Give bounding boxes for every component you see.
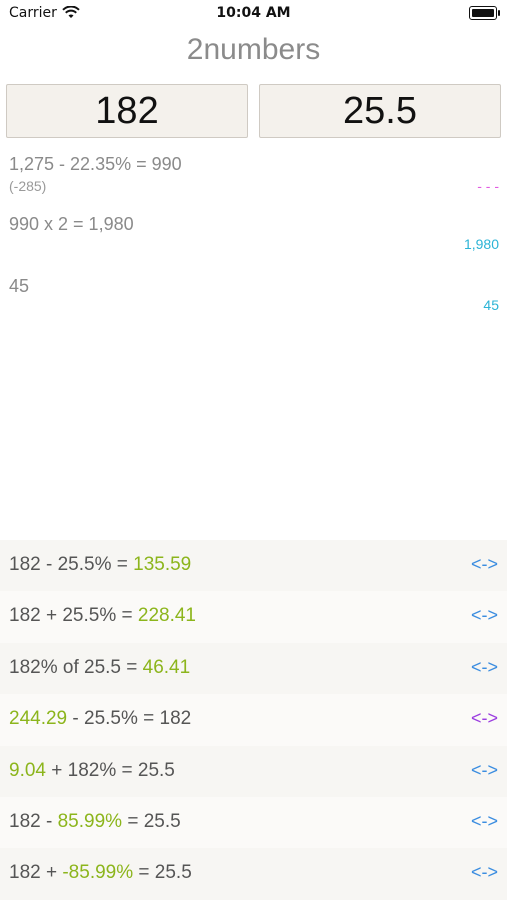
result-value: 228.41 [137,605,197,627]
result-row[interactable]: 182 - 85.99% = 25.5 <-> [0,796,507,849]
expression-text: = 25.5 [133,862,192,884]
result-row[interactable]: 244.29 - 25.5% = 182 <-> [0,694,507,746]
result-expression: 182 - 25.5% = 135.59 [9,554,191,576]
app-title: 2numbers [186,33,321,66]
result-value: 9.04 [9,759,46,781]
calc-difference: (-285) [9,178,47,194]
calc-line[interactable]: 990 x 2 = 1,980 [9,214,134,235]
battery-icon [469,6,500,20]
expression-text: 182 + [9,862,63,884]
calc-result[interactable]: 45 [483,297,499,313]
expression-text: + 182% = 25.5 [45,759,175,781]
expression-text: 182 + 25.5% = [9,605,138,627]
result-value: 135.59 [133,554,192,575]
expression-text: = 25.5 [122,810,181,832]
calc-line[interactable]: 45 [9,276,29,297]
swap-button[interactable]: <-> [471,708,498,729]
calc-result[interactable]: 1,980 [464,236,499,252]
second-number-input[interactable]: 25.5 [259,84,501,138]
expression-text: 182 - [9,810,58,832]
result-value: 244.29 [9,708,68,730]
result-expression: 182 - 85.99% = 25.5 [9,811,181,833]
swap-button[interactable]: <-> [471,657,498,678]
swap-button[interactable]: <-> [471,605,498,626]
result-row[interactable]: 9.04 + 182% = 25.5 <-> [0,745,507,797]
result-expression: 244.29 - 25.5% = 182 [9,708,191,730]
swap-button[interactable]: <-> [471,760,498,781]
result-expression: 182 + 25.5% = 228.41 [9,605,196,627]
clock: 10:04 AM [216,5,291,21]
result-expression: 182% of 25.5 = 46.41 [9,657,190,679]
calc-line[interactable]: 1,275 - 22.35% = 990 [9,154,182,175]
result-value: -85.99% [62,862,134,884]
results-list: 182 - 25.5% = 135.59 <-> 182 + 25.5% = 228… [0,540,507,900]
result-expression: 9.04 + 182% = 25.5 [9,760,175,782]
calc-result[interactable]: - - - [477,178,499,194]
expression-text: - 25.5% = 182 [67,708,192,730]
swap-button[interactable]: <-> [471,862,498,883]
result-value: 46.41 [142,656,191,678]
result-row[interactable]: 182 + 25.5% = 228.41 <-> [0,591,507,643]
first-number-input[interactable]: 182 [6,84,248,138]
result-row[interactable]: 182 + -85.99% = 25.5 <-> [0,848,507,900]
result-row[interactable]: 182 - 25.5% = 135.59 <-> [0,540,507,592]
swap-button[interactable]: <-> [471,554,498,575]
status-bar: Carrier 10:04 AM [0,0,507,28]
result-row[interactable]: 182% of 25.5 = 46.41 <-> [0,642,507,695]
expression-text: 182 - 25.5% = [9,554,134,575]
swap-button[interactable]: <-> [471,811,498,832]
result-value: 85.99% [57,810,123,832]
expression-text: 182% of 25.5 = [9,656,143,678]
result-expression: 182 + -85.99% = 25.5 [9,862,192,884]
